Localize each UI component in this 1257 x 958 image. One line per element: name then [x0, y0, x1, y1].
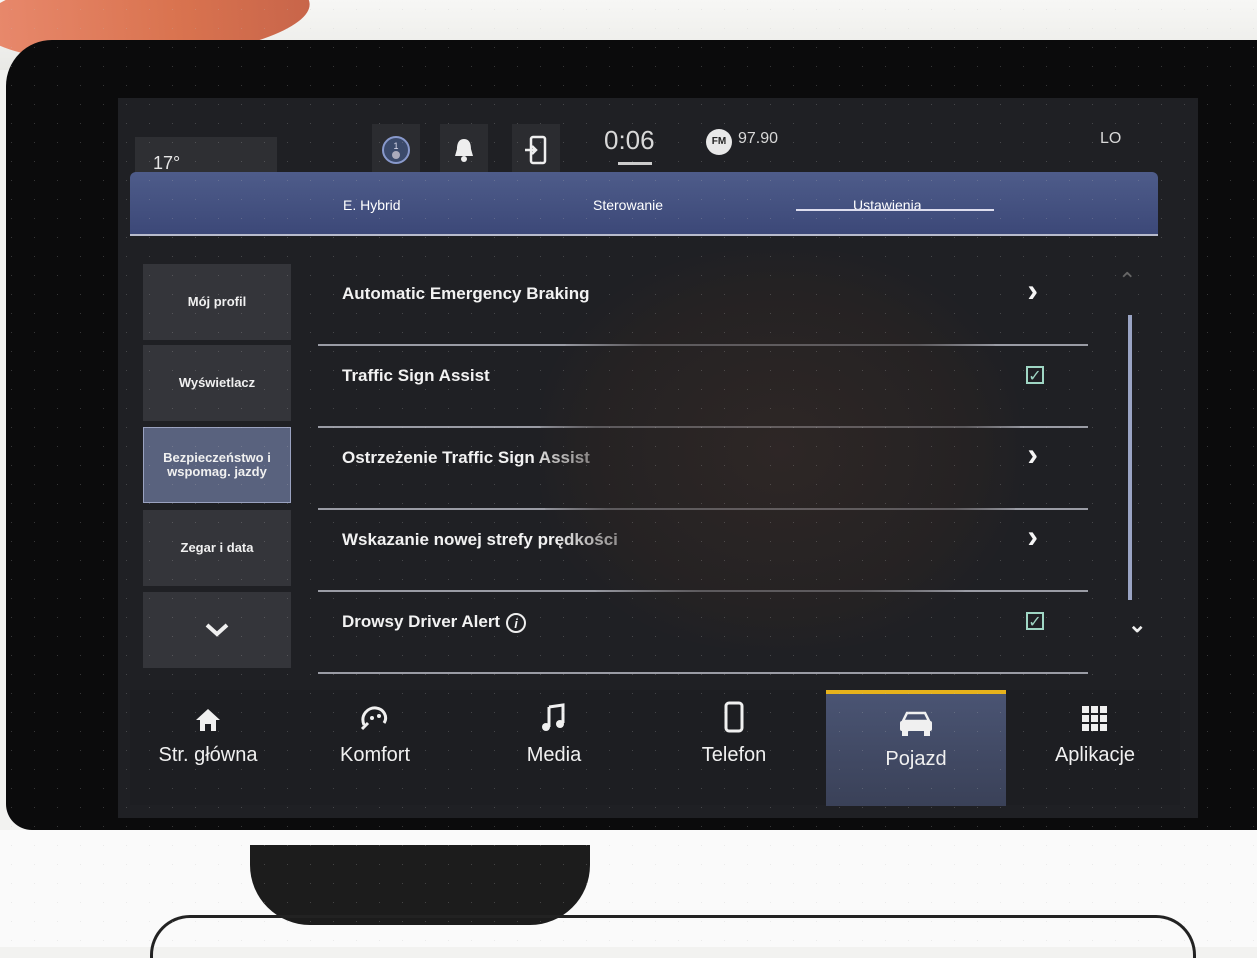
radio-frequency[interactable]: 97.90 — [738, 130, 778, 148]
car-icon — [826, 704, 1006, 748]
tab-sterowanie[interactable]: Sterowanie — [593, 197, 663, 213]
nav-home[interactable]: Str. główna — [128, 700, 288, 800]
clock: 0:06 — [604, 125, 655, 155]
screen-mount — [250, 845, 590, 925]
sidebar-item-label: Bezpieczeństwo i wspomag. jazdy — [163, 449, 271, 479]
tab-e-hybrid[interactable]: E. Hybrid — [343, 197, 401, 213]
sidebar-item-label: Zegar i data — [180, 539, 254, 555]
comfort-icon — [295, 700, 455, 744]
chevron-right-icon: › — [1027, 518, 1038, 554]
scroll-down-icon[interactable]: ⌄ — [1128, 612, 1146, 638]
chevron-right-icon: › — [1027, 436, 1038, 472]
climate-level[interactable]: LO — [1100, 130, 1121, 148]
sidebar-item-label: Wyświetlacz — [178, 374, 256, 390]
setting-label: Wskazanie nowej strefy prędkości — [342, 530, 618, 549]
bell-icon[interactable] — [440, 124, 488, 176]
info-icon[interactable]: i — [506, 612, 527, 633]
setting-label-text: Drowsy Driver Alert — [342, 612, 501, 631]
phone-icon — [654, 700, 814, 744]
setting-label: Drowsy Driver Alert i — [342, 612, 527, 633]
dashboard-trim — [150, 915, 1196, 958]
checkbox-checked[interactable]: ✓ — [1026, 612, 1044, 631]
tab-divider — [130, 234, 1158, 236]
sidebar-item-zegar-i-data[interactable]: Zegar i data — [143, 510, 291, 586]
setting-row-aeb[interactable]: Automatic Emergency Braking › — [318, 262, 1088, 346]
nav-pojazd[interactable]: Pojazd — [826, 690, 1006, 806]
phone-connect-icon[interactable] — [512, 124, 560, 176]
nav-telefon[interactable]: Telefon — [654, 700, 814, 800]
setting-label: Automatic Emergency Braking — [342, 284, 590, 303]
sidebar-item-moj-profil[interactable]: Mój profil — [143, 264, 291, 340]
music-note-icon — [474, 700, 634, 744]
sidebar-item-wyswietlacz[interactable]: Wyświetlacz — [143, 345, 291, 421]
setting-label: Ostrzeżenie Traffic Sign Assist — [342, 448, 590, 467]
setting-row-traffic-sign-assist[interactable]: Traffic Sign Assist ✓ — [318, 344, 1088, 428]
sidebar-more-button[interactable] — [143, 592, 291, 668]
nav-aplikacje[interactable]: Aplikacje — [1015, 700, 1175, 800]
nav-komfort[interactable]: Komfort — [295, 700, 455, 800]
driver-profile-icon[interactable]: 1 — [372, 124, 420, 176]
nav-label: Telefon — [701, 744, 767, 766]
nav-label: Media — [526, 744, 582, 766]
scrollbar[interactable] — [1128, 315, 1132, 600]
chevron-right-icon: › — [1027, 272, 1038, 308]
checkbox-checked[interactable]: ✓ — [1026, 366, 1044, 385]
nav-label: Str. główna — [158, 744, 258, 766]
setting-label: Traffic Sign Assist — [342, 366, 490, 385]
active-tab-indicator — [796, 209, 994, 211]
radio-band-badge[interactable]: FM — [706, 129, 732, 155]
setting-row-drowsy-driver[interactable]: Drowsy Driver Alert i ✓ — [318, 590, 1088, 674]
sidebar-item-bezpieczenstwo[interactable]: Bezpieczeństwo i wspomag. jazdy — [143, 427, 291, 503]
scroll-up-icon[interactable]: ⌃ — [1118, 268, 1136, 294]
svg-text:1: 1 — [393, 141, 398, 151]
nav-label: Komfort — [339, 744, 411, 766]
setting-row-tsa-warning[interactable]: Ostrzeżenie Traffic Sign Assist › — [318, 426, 1088, 510]
chevron-down-icon — [205, 623, 229, 637]
nav-media[interactable]: Media — [474, 700, 634, 800]
setting-row-speed-zone[interactable]: Wskazanie nowej strefy prędkości › — [318, 508, 1088, 592]
apps-grid-icon — [1015, 700, 1175, 744]
sidebar-item-label: Mój profil — [187, 293, 247, 309]
nav-label: Aplikacje — [1054, 744, 1136, 766]
home-icon — [128, 700, 288, 744]
clock-underline — [618, 162, 652, 165]
nav-label: Pojazd — [885, 748, 947, 770]
